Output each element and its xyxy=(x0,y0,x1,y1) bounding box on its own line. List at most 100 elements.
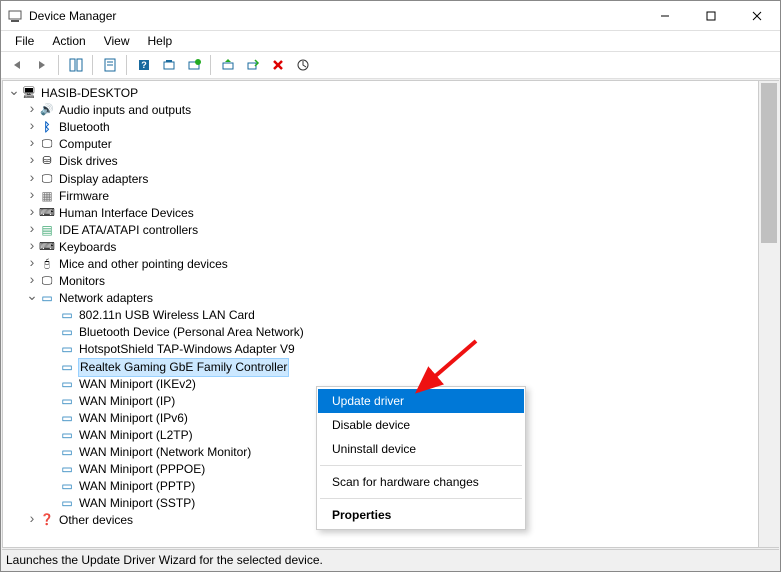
tree-item-audio[interactable]: Audio inputs and outputs xyxy=(7,102,758,119)
ctx-properties[interactable]: Properties xyxy=(318,503,524,527)
tree-label: Network adapters xyxy=(59,290,153,307)
tree-label: WAN Miniport (PPPOE) xyxy=(79,461,205,478)
network-adapter-icon xyxy=(59,393,75,409)
tree-label: Realtek Gaming GbE Family Controller xyxy=(79,359,288,376)
monitor-icon xyxy=(39,274,55,290)
tree-label: WAN Miniport (PPTP) xyxy=(79,478,195,495)
tree-label: Human Interface Devices xyxy=(59,205,194,222)
menu-view[interactable]: View xyxy=(96,33,138,49)
menu-bar: File Action View Help xyxy=(1,31,780,51)
tree-label: Audio inputs and outputs xyxy=(59,102,191,119)
scrollbar-thumb[interactable] xyxy=(761,83,777,243)
back-button[interactable] xyxy=(5,54,28,76)
ctx-separator xyxy=(320,498,522,499)
scan-hardware-button[interactable] xyxy=(157,54,180,76)
tree-label: WAN Miniport (L2TP) xyxy=(79,427,193,444)
tree-label: Mice and other pointing devices xyxy=(59,256,228,273)
net-item-btpan[interactable]: Bluetooth Device (Personal Area Network) xyxy=(7,324,758,341)
disable-device-button[interactable] xyxy=(241,54,264,76)
uninstall-device-button[interactable] xyxy=(266,54,289,76)
tree-label: WAN Miniport (SSTP) xyxy=(79,495,195,512)
hid-icon xyxy=(39,205,55,221)
tree-item-firmware[interactable]: Firmware xyxy=(7,188,758,205)
network-adapter-icon xyxy=(59,376,75,392)
properties-button[interactable] xyxy=(98,54,121,76)
tree-label: WAN Miniport (IKEv2) xyxy=(79,376,196,393)
minimize-button[interactable] xyxy=(642,1,688,31)
tree-label: HASIB-DESKTOP xyxy=(41,85,138,102)
menu-help[interactable]: Help xyxy=(140,33,181,49)
network-adapter-icon xyxy=(59,410,75,426)
toolbar-separator xyxy=(58,55,59,75)
computer-category-icon xyxy=(39,137,55,153)
tree-item-keyboards[interactable]: Keyboards xyxy=(7,239,758,256)
maximize-button[interactable] xyxy=(688,1,734,31)
status-text: Launches the Update Driver Wizard for th… xyxy=(6,553,323,567)
tree-label: WAN Miniport (IP) xyxy=(79,393,175,410)
network-adapter-icon xyxy=(59,445,75,461)
close-button[interactable] xyxy=(734,1,780,31)
tree-item-mice[interactable]: Mice and other pointing devices xyxy=(7,256,758,273)
net-item-realtek[interactable]: Realtek Gaming GbE Family Controller xyxy=(7,359,758,376)
ctx-disable-device[interactable]: Disable device xyxy=(318,413,524,437)
vertical-scrollbar[interactable] xyxy=(759,80,779,548)
ctx-update-driver[interactable]: Update driver xyxy=(318,389,524,413)
svg-text:?: ? xyxy=(141,60,147,70)
display-icon xyxy=(39,171,55,187)
network-adapter-icon xyxy=(59,342,75,358)
help-button[interactable]: ? xyxy=(132,54,155,76)
tree-label: Computer xyxy=(59,136,112,153)
tree-item-disk[interactable]: Disk drives xyxy=(7,153,758,170)
net-item-hotspot[interactable]: HotspotShield TAP-Windows Adapter V9 xyxy=(7,341,758,358)
computer-icon xyxy=(21,86,37,102)
network-adapter-icon xyxy=(59,462,75,478)
audio-icon xyxy=(39,103,55,119)
tree-label: Bluetooth xyxy=(59,119,110,136)
bluetooth-icon xyxy=(39,120,55,136)
window-controls xyxy=(642,1,780,31)
tree-item-network-adapters[interactable]: Network adapters xyxy=(7,290,758,307)
ata-icon xyxy=(39,222,55,238)
status-bar: Launches the Update Driver Wizard for th… xyxy=(2,549,779,570)
menu-action[interactable]: Action xyxy=(44,33,93,49)
network-adapter-icon xyxy=(59,359,75,375)
tree-item-monitors[interactable]: Monitors xyxy=(7,273,758,290)
network-adapter-icon xyxy=(59,325,75,341)
tree-item-bluetooth[interactable]: Bluetooth xyxy=(7,119,758,136)
menu-file[interactable]: File xyxy=(7,33,42,49)
tree-label: 802.11n USB Wireless LAN Card xyxy=(79,307,255,324)
disk-icon xyxy=(39,154,55,170)
tree-item-computer[interactable]: Computer xyxy=(7,136,758,153)
tree-item-ata[interactable]: IDE ATA/ATAPI controllers xyxy=(7,222,758,239)
net-item-wlan[interactable]: 802.11n USB Wireless LAN Card xyxy=(7,307,758,324)
network-adapter-icon xyxy=(59,427,75,443)
tree-label: Firmware xyxy=(59,188,109,205)
tree-label: Monitors xyxy=(59,273,105,290)
network-adapter-icon xyxy=(59,496,75,512)
show-hide-tree-button[interactable] xyxy=(64,54,87,76)
update-driver-button[interactable] xyxy=(216,54,239,76)
mouse-icon xyxy=(39,256,55,272)
ctx-separator xyxy=(320,465,522,466)
other-devices-icon xyxy=(39,513,55,529)
tree-label: WAN Miniport (Network Monitor) xyxy=(79,444,251,461)
tree-root[interactable]: HASIB-DESKTOP xyxy=(7,85,758,102)
ctx-scan-hardware[interactable]: Scan for hardware changes xyxy=(318,470,524,494)
toolbar-separator xyxy=(210,55,211,75)
add-legacy-button[interactable] xyxy=(182,54,205,76)
forward-button[interactable] xyxy=(30,54,53,76)
tree-label: HotspotShield TAP-Windows Adapter V9 xyxy=(79,341,295,358)
tree-item-display[interactable]: Display adapters xyxy=(7,170,758,187)
ctx-uninstall-device[interactable]: Uninstall device xyxy=(318,437,524,461)
tree-label: Other devices xyxy=(59,512,133,529)
tree-item-hid[interactable]: Human Interface Devices xyxy=(7,205,758,222)
firmware-icon xyxy=(39,188,55,204)
tree-label: IDE ATA/ATAPI controllers xyxy=(59,222,198,239)
network-adapter-icon xyxy=(59,308,75,324)
context-menu: Update driver Disable device Uninstall d… xyxy=(316,386,526,530)
app-icon xyxy=(7,8,23,24)
toolbar: ? xyxy=(1,51,780,79)
toolbar-separator xyxy=(92,55,93,75)
enable-device-button[interactable] xyxy=(291,54,314,76)
tree-label: Display adapters xyxy=(59,171,148,188)
